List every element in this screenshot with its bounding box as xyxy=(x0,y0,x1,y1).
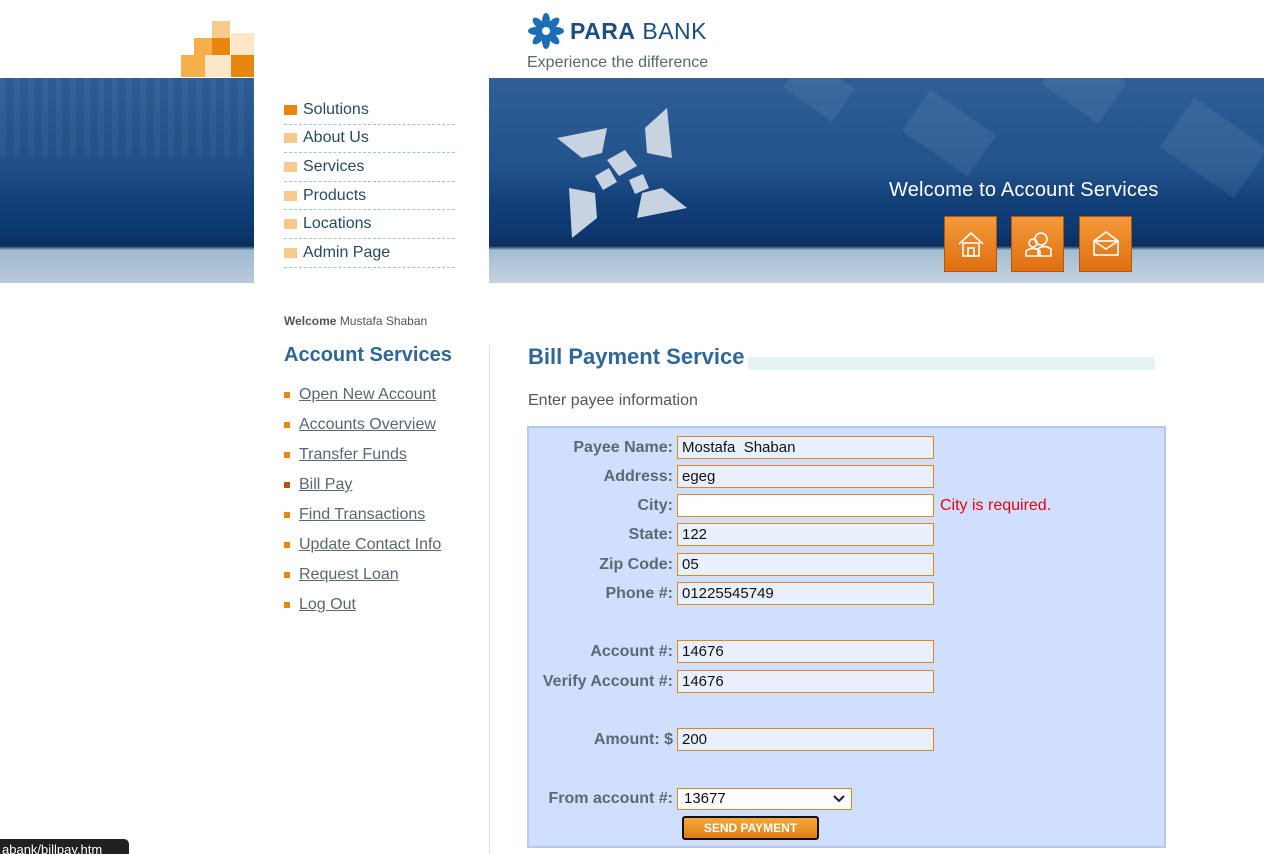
zip-code-input[interactable]: 05 xyxy=(677,553,934,576)
zip-code-row: Zip Code: 05 xyxy=(529,553,934,576)
account-services-heading: Account Services xyxy=(284,344,452,366)
menu-item-find-transactions: Find Transactions xyxy=(284,500,441,530)
about-icon xyxy=(1024,232,1052,257)
zip-code-label: Zip Code: xyxy=(599,555,673,573)
nav-products[interactable]: Products xyxy=(284,182,455,211)
verify-account-input[interactable]: 14676 xyxy=(677,670,934,693)
payee-name-input[interactable]: Mostafa Shaban xyxy=(677,436,934,459)
address-row: Address: egeg xyxy=(529,465,934,488)
title-underline xyxy=(748,357,1155,370)
tagline: Experience the difference xyxy=(527,54,709,71)
menu-item-request-loan: Request Loan xyxy=(284,560,441,590)
menu-item-update-contact-info: Update Contact Info xyxy=(284,530,441,560)
phone-row: Phone #: 01225545749 xyxy=(529,582,934,605)
payee-name-label: Payee Name: xyxy=(573,438,673,456)
contact-icon xyxy=(1092,231,1119,256)
payee-name-row: Payee Name: Mostafa Shaban xyxy=(529,436,934,459)
amount-label: Amount: $ xyxy=(593,730,673,748)
banner-emblem-icon xyxy=(557,108,687,238)
state-row: State: 122 xyxy=(529,523,934,546)
request-loan-link[interactable]: Request Loan xyxy=(299,566,399,584)
from-account-label: From account #: xyxy=(548,789,673,807)
page-title: Bill Payment Service xyxy=(528,344,745,369)
welcome-message: Welcome Mustafa Shaban xyxy=(284,314,428,328)
verify-account-row: Verify Account #: 14676 xyxy=(529,670,934,693)
phone-input[interactable]: 01225545749 xyxy=(677,582,934,605)
state-input[interactable]: 122 xyxy=(677,523,934,546)
phone-label: Phone #: xyxy=(605,584,673,602)
bill-pay-form: Payee Name: Mostafa Shaban Address: egeg… xyxy=(527,426,1166,848)
parabank-flower-icon xyxy=(528,13,564,49)
brand-name: PARA BANK xyxy=(570,17,707,44)
nav-solutions[interactable]: Solutions xyxy=(284,96,455,125)
from-account-value: 13677 xyxy=(684,790,726,807)
accounts-overview-link[interactable]: Accounts Overview xyxy=(299,416,436,434)
about-button[interactable] xyxy=(1011,216,1064,272)
menu-item-accounts-overview: Accounts Overview xyxy=(284,410,441,440)
log-out-link[interactable]: Log Out xyxy=(299,596,356,614)
top-nav: Solutions About Us Services Products Loc… xyxy=(254,78,489,300)
open-new-account-link[interactable]: Open New Account xyxy=(299,386,436,404)
nav-admin-page[interactable]: Admin Page xyxy=(284,239,455,268)
city-label: City: xyxy=(637,496,673,514)
from-account-row: From account #: 13677 xyxy=(529,787,852,810)
from-account-select[interactable]: 13677 xyxy=(677,787,852,810)
parabank-logo[interactable]: PARA BANK xyxy=(527,12,707,50)
intro-text: Enter payee information xyxy=(528,392,698,409)
banner-title: Welcome to Account Services xyxy=(889,179,1159,201)
user-name: Mustafa Shaban xyxy=(339,314,428,328)
address-input[interactable]: egeg xyxy=(677,465,934,488)
banner-left xyxy=(0,78,254,283)
update-contact-info-link[interactable]: Update Contact Info xyxy=(299,536,441,554)
status-bar-url: abank/billpay.htm xyxy=(0,839,129,854)
city-input[interactable] xyxy=(677,494,934,517)
account-input[interactable]: 14676 xyxy=(677,640,934,663)
home-button[interactable] xyxy=(944,216,997,272)
account-label: Account #: xyxy=(590,642,673,660)
account-services-menu: Open New Account Accounts Overview Trans… xyxy=(284,380,441,620)
menu-item-bill-pay: Bill Pay xyxy=(284,470,441,500)
amount-input[interactable]: 200 xyxy=(677,728,934,751)
find-transactions-link[interactable]: Find Transactions xyxy=(299,506,425,524)
city-error-message: City is required. xyxy=(940,496,1052,514)
address-label: Address: xyxy=(603,467,673,485)
send-payment-button[interactable]: SEND PAYMENT xyxy=(682,816,819,840)
city-row: City: City is required. xyxy=(529,494,1051,517)
contact-button[interactable] xyxy=(1079,216,1132,272)
chevron-down-icon xyxy=(833,794,845,802)
home-icon xyxy=(957,231,984,257)
verify-account-label: Verify Account #: xyxy=(542,672,673,690)
logo-squares xyxy=(181,21,254,77)
bill-pay-link[interactable]: Bill Pay xyxy=(299,476,352,494)
amount-row: Amount: $ 200 xyxy=(529,728,934,751)
nav-services[interactable]: Services xyxy=(284,153,455,182)
state-label: State: xyxy=(628,525,673,543)
menu-item-log-out: Log Out xyxy=(284,590,441,620)
menu-item-transfer-funds: Transfer Funds xyxy=(284,440,441,470)
column-divider xyxy=(489,345,490,854)
account-row: Account #: 14676 xyxy=(529,640,934,663)
menu-item-open-new-account: Open New Account xyxy=(284,380,441,410)
transfer-funds-link[interactable]: Transfer Funds xyxy=(299,446,407,464)
nav-locations[interactable]: Locations xyxy=(284,210,455,239)
nav-about-us[interactable]: About Us xyxy=(284,125,455,154)
